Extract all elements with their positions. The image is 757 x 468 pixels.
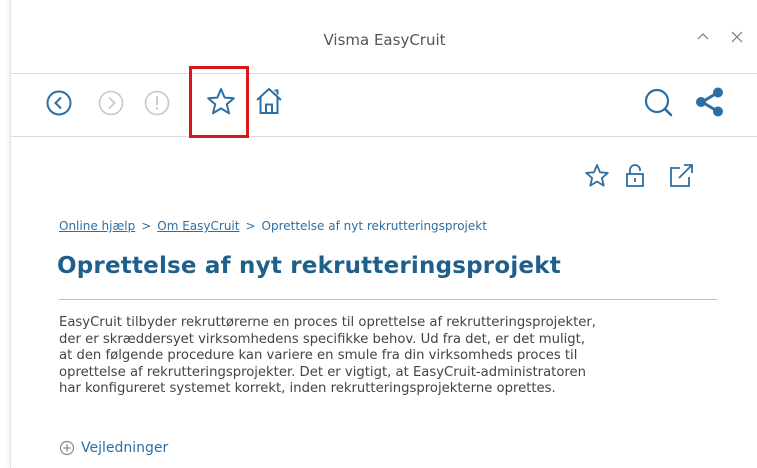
- share-button[interactable]: [691, 84, 727, 124]
- back-circle-icon: [46, 90, 72, 116]
- intro-line: at den følgende procedure kan variere en…: [59, 348, 578, 364]
- unlock-button[interactable]: [621, 162, 649, 194]
- forward-button[interactable]: [96, 88, 126, 122]
- search-button[interactable]: [641, 85, 677, 125]
- star-icon: [207, 88, 235, 115]
- help-toolbar: [11, 74, 757, 137]
- window-title: Visma EasyCruit: [323, 31, 446, 49]
- plus-circle-icon: [59, 440, 75, 456]
- breadcrumb-current: Oprettelse af nyt rekrutteringsprojekt: [261, 219, 487, 233]
- home-button[interactable]: [252, 84, 286, 122]
- caret-up-icon[interactable]: [694, 28, 712, 46]
- title-bar: Visma EasyCruit: [11, 0, 757, 74]
- guides-expander[interactable]: Vejledninger: [59, 438, 168, 458]
- share-icon: [696, 87, 723, 117]
- external-link-icon: [670, 164, 693, 187]
- breadcrumb: Online hjælp > Om EasyCruit > Oprettelse af …: [59, 219, 487, 233]
- breadcrumb-link-online-help[interactable]: Online hjælp: [59, 219, 135, 233]
- breadcrumb-separator: >: [141, 219, 152, 233]
- page-favorite-button[interactable]: [583, 162, 611, 194]
- home-icon: [256, 88, 282, 114]
- intro-paragraph: EasyCruit tilbyder rekruttørerne en proc…: [59, 315, 729, 398]
- help-window: Visma EasyCruit Online hjælp > Om EasyCr…: [10, 0, 757, 468]
- title-divider: [59, 299, 717, 300]
- star-icon: [585, 164, 609, 187]
- breadcrumb-separator: >: [245, 219, 256, 233]
- intro-line: har konfigureret systemet korrekt, inden…: [59, 381, 556, 397]
- favorite-button[interactable]: [204, 85, 238, 123]
- help-content: Online hjælp > Om EasyCruit > Oprettelse af …: [11, 137, 757, 468]
- intro-line: oprettelse af rekrutteringsprojekter. De…: [59, 364, 587, 380]
- close-icon[interactable]: [728, 28, 746, 46]
- exclamation-circle-icon: [144, 90, 170, 116]
- unlock-icon: [626, 164, 644, 187]
- open-external-button[interactable]: [666, 162, 696, 194]
- back-button[interactable]: [44, 88, 74, 122]
- intro-line: der er skræddersyet virksomhedens specif…: [59, 331, 586, 347]
- page-title: Oprettelse af nyt rekrutteringsprojekt: [57, 253, 561, 279]
- intro-line: EasyCruit tilbyder rekruttørerne en proc…: [59, 315, 596, 330]
- breadcrumb-link-about[interactable]: Om EasyCruit: [157, 219, 239, 233]
- guides-expander-label: Vejledninger: [81, 440, 169, 456]
- alert-button[interactable]: [142, 88, 172, 122]
- forward-circle-icon: [98, 90, 124, 116]
- search-icon: [644, 88, 673, 117]
